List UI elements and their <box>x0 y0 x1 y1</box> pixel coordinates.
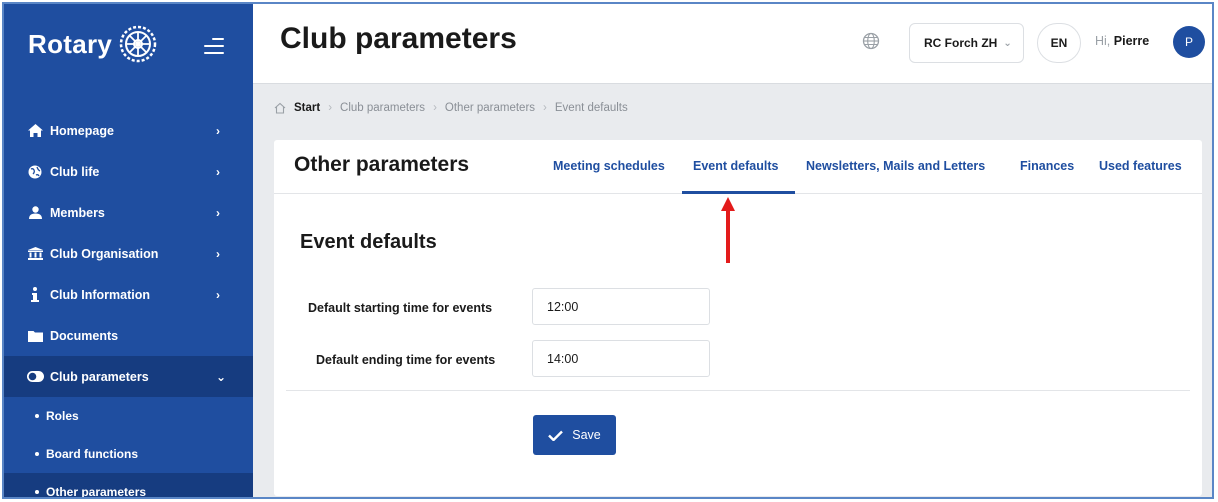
sidebar-item-label: Club life <box>50 164 100 179</box>
active-tab-indicator <box>682 191 795 194</box>
toggle-icon <box>26 371 44 382</box>
sidebar-item-homepage[interactable]: Homepage › <box>4 110 253 151</box>
sidebar-item-label: Documents <box>50 328 119 343</box>
language-globe-icon[interactable] <box>862 32 880 50</box>
user-icon <box>26 206 44 219</box>
language-button[interactable]: EN <box>1037 23 1081 63</box>
sidebar-subitem-label: Board functions <box>46 447 138 461</box>
tab-newsletters-mails-letters[interactable]: Newsletters, Mails and Letters <box>806 159 985 173</box>
greeting-prefix: Hi, <box>1095 34 1111 48</box>
sidebar-item-club-life[interactable]: Club life › <box>4 151 253 192</box>
top-header: Club parameters RC Forch ZH ⌄ EN Hi, Pie… <box>253 4 1212 84</box>
end-time-label: Default ending time for events <box>316 353 496 367</box>
app-window: Rotary Homepage › Club life › Members › … <box>2 2 1214 499</box>
sidebar-subitem-label: Roles <box>46 409 79 423</box>
sidebar: Rotary Homepage › Club life › Members › … <box>4 4 253 497</box>
chevron-right-icon: › <box>216 164 220 179</box>
start-time-input[interactable] <box>532 288 710 325</box>
breadcrumb: Start › Club parameters › Other paramete… <box>274 102 628 114</box>
chevron-right-icon: › <box>216 246 220 261</box>
chevron-right-icon: › <box>216 123 220 138</box>
chevron-right-icon: › <box>216 287 220 302</box>
card-header: Other parameters Meeting schedules Event… <box>274 140 1202 194</box>
sidebar-nav: Homepage › Club life › Members › Club Or… <box>4 110 253 499</box>
rotary-logo-text: Rotary <box>28 28 113 59</box>
sidebar-item-club-information[interactable]: Club Information › <box>4 274 253 315</box>
sidebar-item-label: Club Information <box>50 287 150 302</box>
folder-icon <box>26 330 44 342</box>
chevron-down-icon: ⌄ <box>216 369 227 384</box>
breadcrumb-club-parameters[interactable]: Club parameters <box>340 102 425 114</box>
sidebar-item-club-parameters[interactable]: Club parameters ⌄ <box>4 356 253 397</box>
user-greeting: Hi, Pierre <box>1095 34 1149 48</box>
chevron-right-icon: › <box>216 205 220 220</box>
menu-toggle-icon[interactable] <box>204 38 224 54</box>
tab-meeting-schedules[interactable]: Meeting schedules <box>553 159 665 173</box>
tab-event-defaults[interactable]: Event defaults <box>693 159 778 173</box>
breadcrumb-event-defaults: Event defaults <box>554 102 628 114</box>
sidebar-item-label: Club parameters <box>50 369 149 384</box>
sidebar-item-label: Members <box>50 205 105 220</box>
sidebar-subitem-other-parameters[interactable]: Other parameters <box>4 473 253 499</box>
parameters-card: Other parameters Meeting schedules Event… <box>274 140 1202 496</box>
home-icon <box>26 124 44 137</box>
tab-finances[interactable]: Finances <box>1020 159 1074 173</box>
form-divider <box>286 390 1190 391</box>
sidebar-subitem-label: Other parameters <box>46 485 147 499</box>
sidebar-subitem-board-functions[interactable]: Board functions <box>4 435 253 473</box>
save-button[interactable]: Save <box>533 415 616 455</box>
breadcrumb-separator: › <box>543 102 547 114</box>
end-time-input[interactable] <box>532 340 710 377</box>
chevron-down-icon: ⌄ <box>1003 37 1012 49</box>
sidebar-item-members[interactable]: Members › <box>4 192 253 233</box>
info-icon <box>26 287 44 302</box>
sidebar-item-club-organisation[interactable]: Club Organisation › <box>4 233 253 274</box>
checkmark-icon <box>548 430 564 441</box>
section-title: Event defaults <box>300 231 437 253</box>
institution-icon <box>26 247 44 260</box>
tab-used-features[interactable]: Used features <box>1099 159 1182 173</box>
sidebar-item-label: Club Organisation <box>50 246 159 261</box>
sidebar-subitem-roles[interactable]: Roles <box>4 397 253 435</box>
breadcrumb-start[interactable]: Start <box>294 102 320 114</box>
save-button-label: Save <box>572 428 601 442</box>
avatar[interactable]: P <box>1173 26 1205 58</box>
club-select[interactable]: RC Forch ZH ⌄ <box>909 23 1024 63</box>
page-title: Club parameters <box>280 22 517 55</box>
globe-icon <box>26 165 44 179</box>
sidebar-item-documents[interactable]: Documents <box>4 315 253 356</box>
rotary-wheel-icon <box>119 25 157 63</box>
home-outline-icon[interactable] <box>274 102 286 114</box>
breadcrumb-separator: › <box>328 102 333 114</box>
sidebar-item-label: Homepage <box>50 123 114 138</box>
breadcrumb-separator: › <box>433 102 437 114</box>
breadcrumb-other-parameters[interactable]: Other parameters <box>445 102 535 114</box>
start-time-label: Default starting time for events <box>308 301 493 315</box>
sidebar-header: Rotary <box>4 4 253 84</box>
annotation-arrow-icon <box>721 197 735 263</box>
club-select-value: RC Forch ZH <box>924 36 998 50</box>
card-title: Other parameters <box>294 153 470 176</box>
user-name: Pierre <box>1113 34 1150 48</box>
